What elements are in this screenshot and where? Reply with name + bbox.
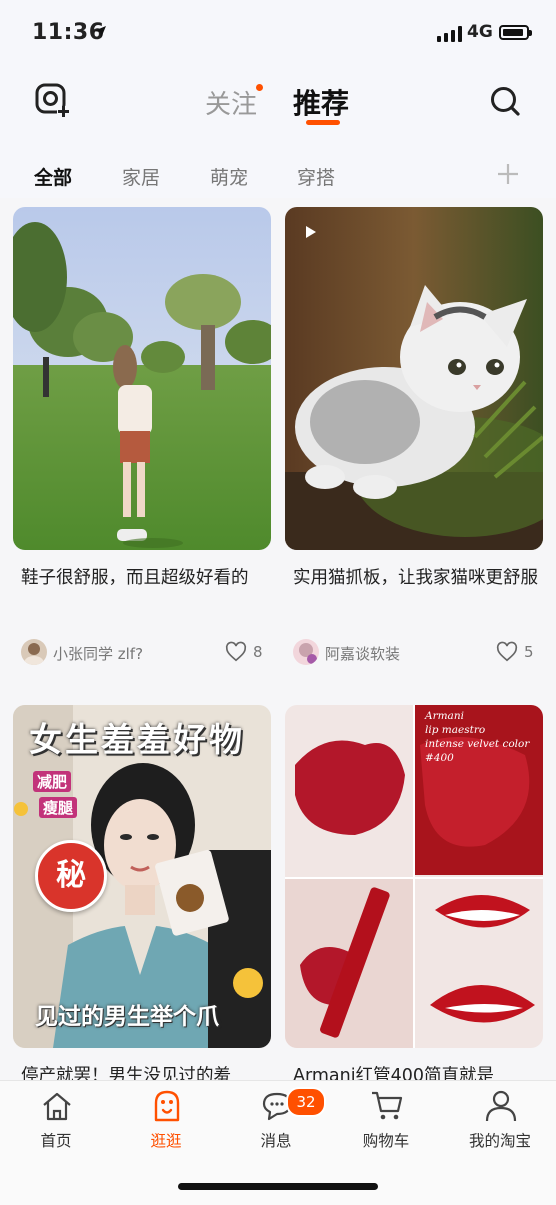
browse-icon (154, 1090, 180, 1122)
secret-badge: 秘 (35, 840, 107, 912)
post-video[interactable] (285, 207, 543, 550)
location-arrow-icon (94, 26, 106, 38)
status-bar: 11:36 4G (0, 0, 556, 68)
author-name[interactable]: 小张同学 zlf? (53, 643, 143, 664)
network-type: 4G (467, 22, 493, 42)
tab-recommend[interactable]: 推荐 (293, 82, 349, 122)
post-image[interactable]: Armani lip maestro intense velvet color … (285, 705, 543, 1048)
unread-badge: 32 (286, 1087, 326, 1117)
image-sticker: 减肥 (33, 771, 72, 792)
tab-home[interactable]: 首页 (6, 1081, 106, 1161)
tab-label: 首页 (40, 1132, 72, 1150)
tab-browse[interactable]: 逛逛 (116, 1081, 216, 1161)
avatar[interactable] (21, 639, 47, 665)
feed-card[interactable]: 鞋子很舒服，而且超级好看的 小张同学 zlf? 8 (13, 207, 271, 687)
add-category-icon[interactable] (496, 162, 520, 186)
tab-label: 逛逛 (150, 1132, 182, 1150)
category-all[interactable]: 全部 (34, 163, 72, 190)
image-caption: Armani lip maestro intense velvet color … (425, 710, 530, 764)
cart-icon (372, 1091, 403, 1120)
search-icon[interactable] (489, 85, 521, 117)
profile-icon (485, 1090, 517, 1122)
post-title[interactable]: 实用猫抓板，让我家猫咪更舒服 (293, 564, 538, 593)
post-image[interactable]: 女生羞羞好物 减肥 瘦腿 秘 见过的男生举个爪 (13, 705, 271, 1048)
tab-follow[interactable]: 关注 (205, 84, 257, 121)
author-name[interactable]: 阿嘉谈软装 (325, 643, 400, 664)
image-headline: 女生羞羞好物 (29, 720, 245, 759)
avatar[interactable] (293, 639, 319, 665)
active-tab-indicator (306, 120, 340, 125)
image-sticker: 瘦腿 (39, 797, 78, 818)
category-home[interactable]: 家居 (122, 163, 160, 190)
heart-icon[interactable] (496, 641, 518, 663)
video-play-icon (306, 226, 316, 238)
tab-label: 我的淘宝 (468, 1132, 531, 1150)
category-outfits[interactable]: 穿搭 (297, 163, 335, 190)
post-image[interactable] (13, 207, 271, 550)
tab-label: 购物车 (362, 1132, 410, 1150)
category-bar: 全部 家居 萌宠 穿搭 (0, 138, 556, 198)
tab-profile[interactable]: 我的淘宝 (450, 1081, 550, 1161)
like-count: 8 (253, 643, 263, 661)
camera-plus-icon[interactable] (34, 82, 70, 118)
battery-icon (499, 25, 532, 40)
tab-label: 消息 (260, 1132, 292, 1150)
notification-dot (256, 84, 263, 91)
feed-card[interactable]: 实用猫抓板，让我家猫咪更舒服 阿嘉谈软装 5 (285, 207, 543, 687)
image-caption: 见过的男生举个爪 (35, 1004, 219, 1030)
category-pets[interactable]: 萌宠 (210, 163, 248, 190)
top-nav: 关注 推荐 (0, 68, 556, 138)
like-count: 5 (524, 643, 534, 661)
post-title[interactable]: 鞋子很舒服，而且超级好看的 (21, 564, 266, 593)
home-indicator[interactable] (178, 1183, 378, 1190)
signal-bars-icon (437, 26, 462, 42)
home-icon (43, 1092, 71, 1121)
heart-icon[interactable] (225, 641, 247, 663)
tab-cart[interactable]: 购物车 (336, 1081, 436, 1161)
